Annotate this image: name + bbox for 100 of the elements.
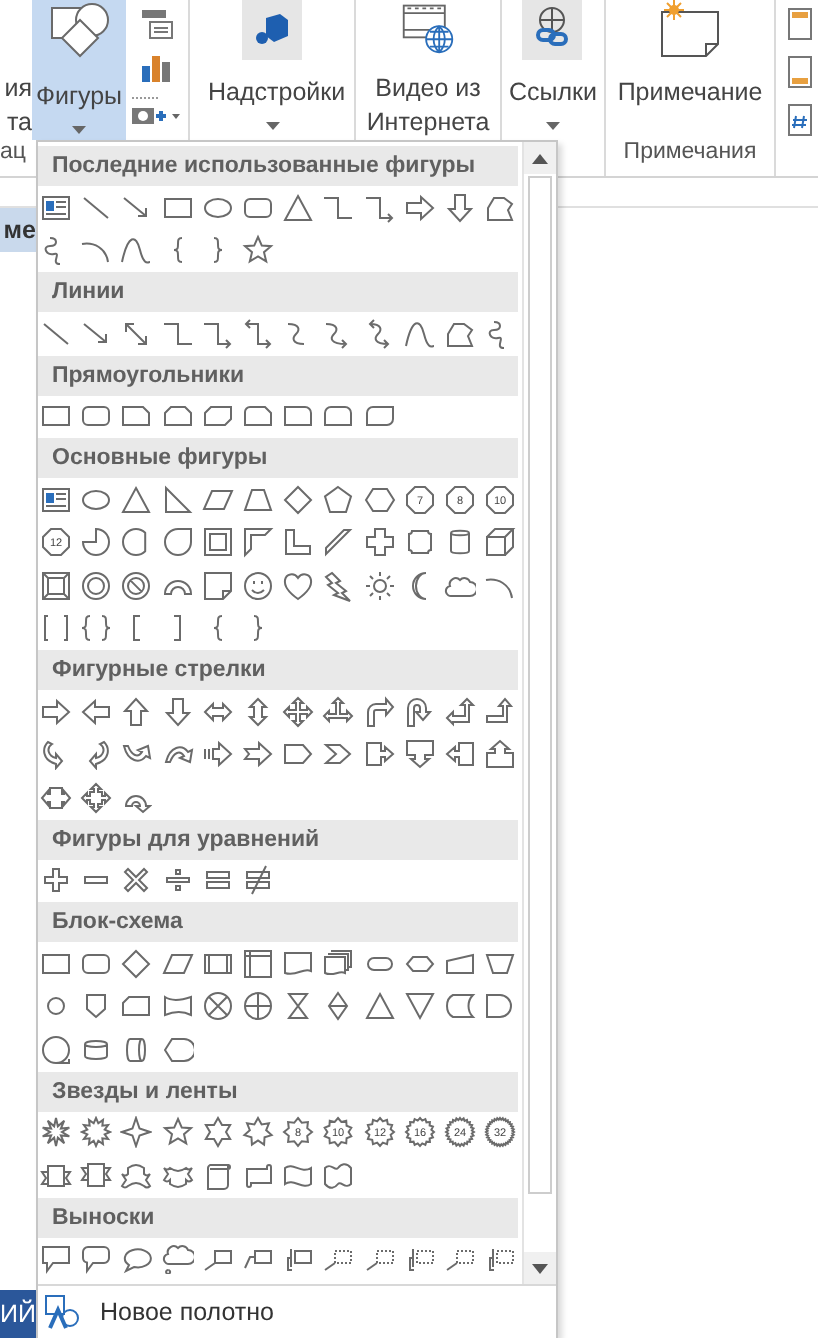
display-icon[interactable] [161,1033,194,1066]
divide-icon[interactable] [161,864,194,897]
right-arrow-icon[interactable] [40,695,72,728]
up-arrow-callout-icon[interactable] [484,738,517,771]
multiply-icon[interactable] [120,864,153,897]
u-turn-arrow-icon[interactable] [403,695,436,728]
teardrop-icon[interactable] [161,526,194,559]
l-shape-icon[interactable] [282,526,315,559]
six-point-star-icon[interactable] [201,1116,234,1149]
line-icon[interactable] [80,191,113,224]
header-icon[interactable] [788,8,812,40]
navigation-tab[interactable]: ме [0,208,36,252]
curve-icon[interactable] [403,317,436,350]
elbow-arrow-icon[interactable] [201,317,234,350]
curved-up-ribbon-icon[interactable] [120,1159,153,1192]
left-arrow-callout-icon[interactable] [443,738,476,771]
internal-storage-icon[interactable] [241,947,274,980]
chart-icon[interactable] [140,52,172,84]
or-junction-icon[interactable] [241,990,274,1023]
heart-icon[interactable] [282,569,315,602]
donut-icon[interactable] [80,569,113,602]
down-arrow-icon[interactable] [161,695,194,728]
textbox-icon[interactable] [40,191,72,224]
smiley-icon[interactable] [241,569,274,602]
bracket-pair-icon[interactable] [40,612,72,645]
elbow-connector-icon[interactable] [161,317,194,350]
scrollbar-thumb[interactable] [528,176,552,1195]
page-number-icon[interactable] [788,104,812,136]
star-icon[interactable] [161,1116,194,1149]
cube-icon[interactable] [484,526,517,559]
triangle-icon[interactable] [120,483,153,516]
sequential-storage-icon[interactable] [40,1033,72,1066]
brace-pair-icon[interactable] [80,612,113,645]
striped-arrow-icon[interactable] [201,738,234,771]
right-triangle-icon[interactable] [161,483,194,516]
new-canvas-item[interactable]: Новое полотно [38,1286,556,1338]
four-point-star-icon[interactable] [120,1116,153,1149]
summing-junction-icon[interactable] [201,990,234,1023]
wave-icon[interactable] [282,1159,315,1192]
smartart-icon[interactable] [138,8,174,40]
bevel-icon[interactable] [40,569,72,602]
right-arrow-callout-icon[interactable] [363,738,395,771]
elbow-double-arrow-icon[interactable] [241,317,274,350]
triangle-icon[interactable] [282,191,315,224]
textbox-icon[interactable] [40,483,72,516]
down-ribbon-icon[interactable] [80,1159,113,1192]
diamond-icon[interactable] [120,947,153,980]
multidocument-icon[interactable] [322,947,355,980]
scroll-up-button[interactable] [524,142,556,174]
quad-arrow-icon[interactable] [282,695,315,728]
lightning-icon[interactable] [322,569,355,602]
left-up-arrow-icon[interactable] [443,695,476,728]
half-frame-icon[interactable] [241,526,274,559]
folded-corner-icon[interactable] [201,569,234,602]
pentagon-icon[interactable] [322,483,355,516]
screenshot-icon[interactable] [130,96,182,128]
star-icon[interactable] [241,234,274,267]
cross-icon[interactable] [363,526,395,559]
curve-icon[interactable] [120,234,153,267]
shapes-button[interactable]: Фигуры [32,0,126,140]
footer-icon[interactable] [788,56,812,88]
document-icon[interactable] [282,947,315,980]
sun-icon[interactable] [363,569,395,602]
left-arrow-icon[interactable] [80,695,113,728]
up-arrow-icon[interactable] [120,695,153,728]
double-wave-icon[interactable] [322,1159,355,1192]
links-button[interactable]: Ссылки [508,0,597,140]
up-ribbon-icon[interactable] [40,1159,72,1192]
line-icon[interactable] [40,317,72,350]
video-button[interactable]: Видео из Интернета [364,0,492,140]
seven-point-star-icon[interactable] [241,1116,274,1149]
horizontal-scroll-icon[interactable] [241,1159,274,1192]
frame-icon[interactable] [201,526,234,559]
down-arrow-callout-icon[interactable] [403,738,436,771]
plus-icon[interactable] [40,864,72,897]
oval-callout-icon[interactable] [120,1242,153,1275]
double-arrow-line-icon[interactable] [120,317,153,350]
bent-arrow-icon[interactable] [363,695,395,728]
freeform-icon[interactable] [484,191,517,224]
no-symbol-icon[interactable] [120,569,153,602]
stored-data-icon[interactable] [443,990,476,1023]
scroll-down-button[interactable] [524,1252,556,1285]
elbow-arrow-icon[interactable] [363,191,395,224]
not-equal-icon[interactable] [241,864,274,897]
merge-icon[interactable] [403,990,436,1023]
diagonal-stripe-icon[interactable] [322,526,355,559]
left-right-arrow-callout-icon[interactable] [40,781,72,814]
left-right-up-arrow-icon[interactable] [322,695,355,728]
cloud-callout-icon[interactable] [161,1242,194,1275]
trapezoid-icon[interactable] [241,483,274,516]
round-rect-callout-icon[interactable] [80,1242,113,1275]
collate-icon[interactable] [282,990,315,1023]
hexagon-icon[interactable] [363,483,395,516]
diamond-icon[interactable] [282,483,315,516]
rect-callout-icon[interactable] [40,1242,72,1275]
burst-icon[interactable] [40,1116,72,1149]
notched-arrow-icon[interactable] [241,738,274,771]
right-arrow-icon[interactable] [403,191,436,224]
extract-icon[interactable] [363,990,395,1023]
pie-icon[interactable] [80,526,113,559]
